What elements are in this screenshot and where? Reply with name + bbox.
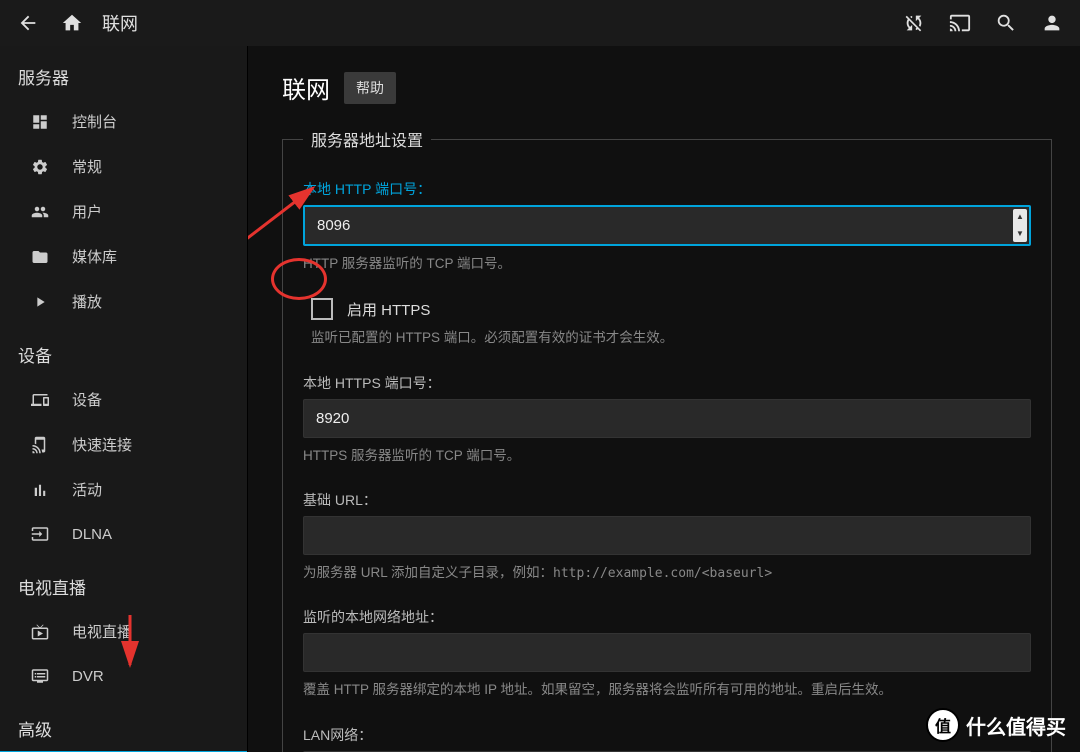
home-icon <box>61 12 83 34</box>
field-enable-https: 启用 HTTPS 监听已配置的 HTTPS 端口。必须配置有效的证书才会生效。 <box>303 298 1031 348</box>
dvr-icon <box>30 666 50 686</box>
topbar: 联网 <box>0 0 1080 46</box>
sidebar-item-dlna[interactable]: DLNA <box>0 512 247 556</box>
field-http-port: 本地 HTTP 端口号： ▲▼ HTTP 服务器监听的 TCP 端口号。 <box>303 179 1031 274</box>
sidebar-item-users[interactable]: 用户 <box>0 189 247 234</box>
field-bind-addr: 监听的本地网络地址： 覆盖 HTTP 服务器绑定的本地 IP 地址。如果留空，服… <box>303 607 1031 700</box>
topbar-title: 联网 <box>102 10 138 36</box>
server-address-group: 服务器地址设置 本地 HTTP 端口号： ▲▼ HTTP 服务器监听的 TCP … <box>282 127 1052 752</box>
sidebar-section-livetv: 电视直播 <box>0 556 247 609</box>
http-port-input[interactable] <box>303 205 1031 246</box>
sync-disabled-button[interactable] <box>894 3 934 43</box>
group-legend: 服务器地址设置 <box>303 127 431 151</box>
topbar-right <box>894 3 1072 43</box>
person-icon <box>1041 12 1063 34</box>
back-button[interactable] <box>8 3 48 43</box>
sidebar: 服务器 控制台 常规 用户 媒体库 播放 设备 设备 快速连接 <box>0 46 248 752</box>
watermark-badge: 值 <box>926 708 960 742</box>
sidebar-item-label: 活动 <box>72 479 102 500</box>
watermark-text: 什么值得买 <box>966 711 1066 740</box>
base-url-input[interactable] <box>303 516 1031 555</box>
field-https-port: 本地 HTTPS 端口号： HTTPS 服务器监听的 TCP 端口号。 <box>303 373 1031 466</box>
https-port-help: HTTPS 服务器监听的 TCP 端口号。 <box>303 446 1031 466</box>
sync-disabled-icon <box>903 12 925 34</box>
user-button[interactable] <box>1032 3 1072 43</box>
dashboard-icon <box>30 112 50 132</box>
sidebar-item-label: 控制台 <box>72 111 117 132</box>
field-lan-networks: LAN网络： 在强制带宽限制时，认作本地网络上的 IP 地址或 IP/网络掩码条… <box>303 725 1031 752</box>
sidebar-item-label: 媒体库 <box>72 246 117 267</box>
http-port-help: HTTP 服务器监听的 TCP 端口号。 <box>303 254 1031 274</box>
users-icon <box>30 202 50 222</box>
bars-icon <box>30 480 50 500</box>
sidebar-item-general[interactable]: 常规 <box>0 144 247 189</box>
sidebar-item-label: 电视直播 <box>72 621 132 642</box>
tap-and-play-icon <box>30 435 50 455</box>
sidebar-item-label: DLNA <box>72 526 112 543</box>
devices-icon <box>30 390 50 410</box>
home-button[interactable] <box>52 3 92 43</box>
search-button[interactable] <box>986 3 1026 43</box>
bind-addr-help: 覆盖 HTTP 服务器绑定的本地 IP 地址。如果留空，服务器将会监听所有可用的… <box>303 680 1031 700</box>
page-header: 联网 帮助 <box>248 70 1080 127</box>
enable-https-checkbox[interactable] <box>311 298 333 320</box>
http-port-label: 本地 HTTP 端口号： <box>303 179 1031 199</box>
input-icon <box>30 524 50 544</box>
base-url-help: 为服务器 URL 添加自定义子目录，例如：http://example.com/… <box>303 563 1031 584</box>
sidebar-item-label: DVR <box>72 668 104 685</box>
enable-https-help: 监听已配置的 HTTPS 端口。必须配置有效的证书才会生效。 <box>311 328 1031 348</box>
sidebar-item-label: 设备 <box>72 389 102 410</box>
field-base-url: 基础 URL： 为服务器 URL 添加自定义子目录，例如：http://exam… <box>303 490 1031 584</box>
sidebar-section-advanced: 高级 <box>0 698 247 751</box>
arrow-left-icon <box>17 12 39 34</box>
sidebar-item-livetv[interactable]: 电视直播 <box>0 609 247 654</box>
sidebar-item-label: 播放 <box>72 291 102 312</box>
sidebar-section-server: 服务器 <box>0 46 247 99</box>
watermark: 值 什么值得买 <box>926 708 1066 742</box>
number-spinner[interactable]: ▲▼ <box>1013 209 1027 242</box>
bind-addr-label: 监听的本地网络地址： <box>303 607 1031 627</box>
sidebar-item-activity[interactable]: 活动 <box>0 467 247 512</box>
play-icon <box>30 292 50 312</box>
base-url-label: 基础 URL： <box>303 490 1031 510</box>
help-button[interactable]: 帮助 <box>344 72 396 104</box>
sidebar-item-libraries[interactable]: 媒体库 <box>0 234 247 279</box>
lan-networks-label: LAN网络： <box>303 725 1031 745</box>
sidebar-item-label: 用户 <box>72 201 102 222</box>
sidebar-item-devices[interactable]: 设备 <box>0 377 247 422</box>
page-title: 联网 <box>282 70 330 105</box>
enable-https-label: 启用 HTTPS <box>347 299 430 320</box>
sidebar-item-dashboard[interactable]: 控制台 <box>0 99 247 144</box>
sidebar-item-label: 常规 <box>72 156 102 177</box>
https-port-input[interactable] <box>303 399 1031 438</box>
sidebar-section-devices: 设备 <box>0 324 247 377</box>
sidebar-item-playback[interactable]: 播放 <box>0 279 247 324</box>
gear-icon <box>30 157 50 177</box>
livetv-icon <box>30 622 50 642</box>
main-content: 联网 帮助 服务器地址设置 本地 HTTP 端口号： ▲▼ HTTP 服务器监听… <box>248 46 1080 752</box>
bind-addr-input[interactable] <box>303 633 1031 672</box>
cast-icon <box>949 12 971 34</box>
sidebar-item-dvr[interactable]: DVR <box>0 654 247 698</box>
search-icon <box>995 12 1017 34</box>
sidebar-item-label: 快速连接 <box>72 434 132 455</box>
folder-icon <box>30 247 50 267</box>
https-port-label: 本地 HTTPS 端口号： <box>303 373 1031 393</box>
cast-button[interactable] <box>940 3 980 43</box>
topbar-left: 联网 <box>8 3 138 43</box>
sidebar-item-quickconnect[interactable]: 快速连接 <box>0 422 247 467</box>
